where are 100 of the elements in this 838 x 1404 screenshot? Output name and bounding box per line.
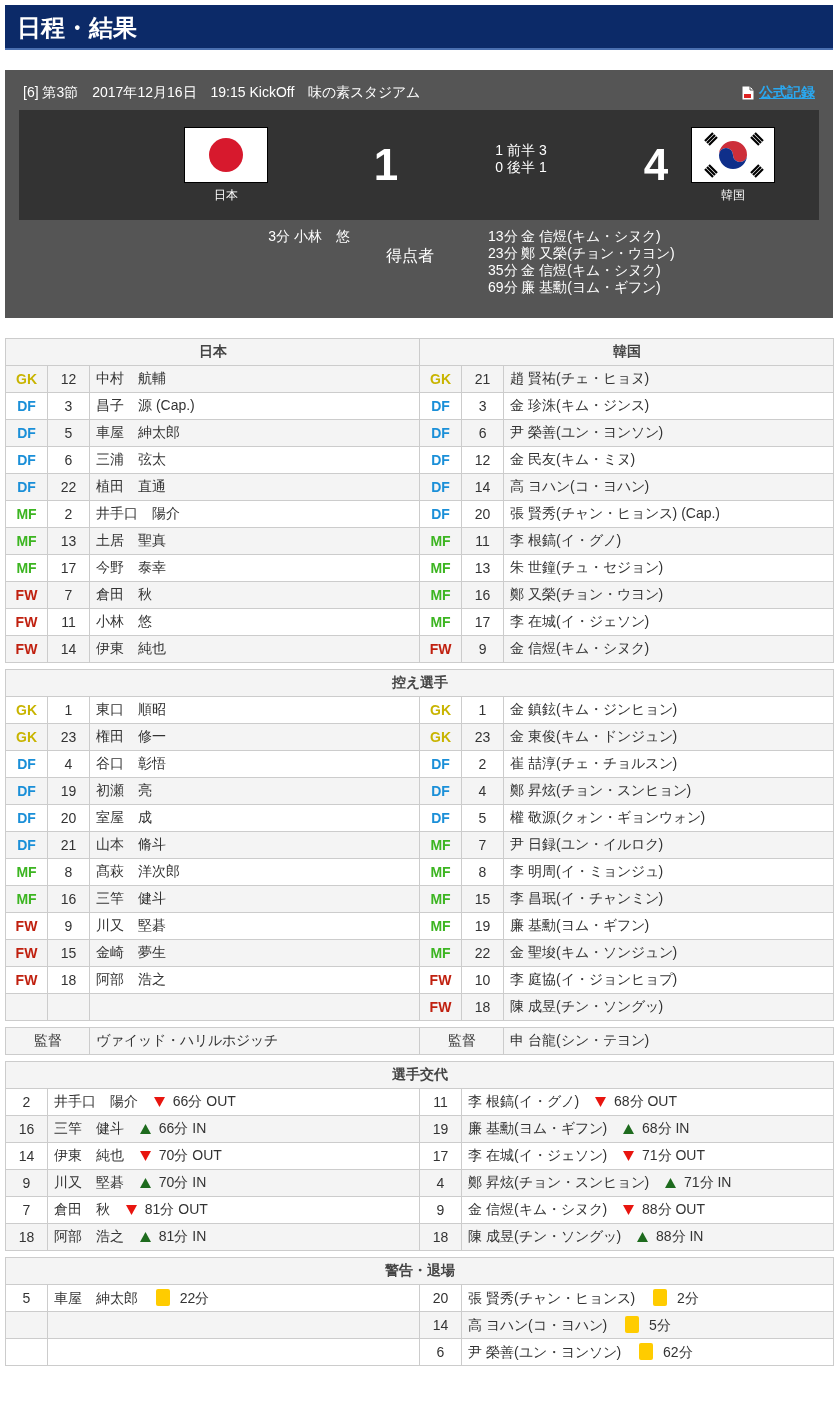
- position-cell: FW: [5, 608, 48, 636]
- event-time: 2分: [677, 1289, 699, 1306]
- position-cell: GK: [5, 365, 48, 393]
- event-time: 66分 OUT: [172, 1093, 236, 1109]
- team-header: 韓国: [419, 338, 834, 366]
- player-name-cell: 尹 榮善(ユン・ヨンソン): [503, 419, 834, 447]
- number-cell: 2: [5, 1088, 48, 1116]
- player-name: 阿部 浩之: [54, 1228, 124, 1244]
- player-name-cell: 鄭 又榮(チョン・ウヨン): [503, 581, 834, 609]
- player-name-cell: 中村 航輔: [89, 365, 420, 393]
- position-cell: FW: [5, 581, 48, 609]
- section-header: 警告・退場: [5, 1257, 834, 1285]
- event-time: 71分 IN: [684, 1174, 732, 1190]
- player-name: 金 信煜(キム・シヌク): [468, 1201, 608, 1217]
- scorer-entry: 13分 金 信煜(キム・シヌク): [488, 228, 662, 245]
- player-name: 鄭 昇炫(チョン・スンヒョン): [468, 1174, 650, 1190]
- section-header: 選手交代: [5, 1061, 834, 1089]
- number-cell: 7: [5, 1196, 48, 1224]
- number-cell: 14: [5, 1142, 48, 1170]
- player-name: 伊東 純也: [54, 1147, 124, 1163]
- position-cell: GK: [5, 723, 48, 751]
- player-name-cell: 金 鎮鉉(キム・ジンヒョン): [503, 696, 834, 724]
- player-name-cell: 金 聖埈(キム・ソンジュン): [503, 939, 834, 967]
- player-name-cell: 権田 修一: [89, 723, 420, 751]
- position-cell: MF: [5, 858, 48, 886]
- manager-label: 監督: [419, 1027, 504, 1055]
- official-record-link[interactable]: 公式記録: [759, 84, 815, 102]
- player-name-cell: 金 信煜(キム・シヌク): [503, 635, 834, 663]
- number-cell: 5: [5, 1284, 48, 1312]
- player-name-cell: 李 明周(イ・ミョンジュ): [503, 858, 834, 886]
- player-name: 車屋 紳太郎: [54, 1289, 138, 1306]
- away-score: 4: [642, 140, 670, 190]
- player-name-cell: 阿部 浩之: [89, 966, 420, 994]
- player-name-cell: 髙萩 洋次郎: [89, 858, 420, 886]
- player-name-cell: 金 民友(キム・ミヌ): [503, 446, 834, 474]
- scorer-entry: 3分 小林 悠: [268, 228, 350, 245]
- number-cell: 16: [5, 1115, 48, 1143]
- player-name-cell: 鄭 昇炫(チョン・スンヒョン): [503, 777, 834, 805]
- player-name: 高 ヨハン(コ・ヨハン): [468, 1316, 608, 1333]
- player-name-cell: 廉 基勳(ヨム・ギフン): [503, 912, 834, 940]
- position-cell: FW: [5, 939, 48, 967]
- player-name-cell: 車屋 紳太郎: [89, 419, 420, 447]
- position-cell: DF: [5, 446, 48, 474]
- manager-name: ヴァイッド・ハリルホジッチ: [89, 1027, 420, 1055]
- player-name: 廉 基勳(ヨム・ギフン): [468, 1120, 608, 1136]
- event-time: 62分: [663, 1343, 693, 1360]
- position-cell: MF: [5, 527, 48, 555]
- event-time: 66分 IN: [158, 1120, 207, 1136]
- scorer-entry: 35分 金 信煜(キム・シヌク): [488, 262, 662, 279]
- player-name: 陳 成昱(チン・ソングッ): [468, 1228, 622, 1244]
- player-name-cell: 崔 喆淳(チェ・チョルスン): [503, 750, 834, 778]
- player-name-cell: 初瀬 亮: [89, 777, 420, 805]
- player-name-cell: 金崎 夢生: [89, 939, 420, 967]
- player-name-cell: 高 ヨハン(コ・ヨハン): [503, 473, 834, 501]
- scorers-label: 得点者: [385, 246, 435, 266]
- player-name-cell: 倉田 秋: [89, 581, 420, 609]
- player-name-cell: 三浦 弦太: [89, 446, 420, 474]
- event-time: 68分 IN: [642, 1120, 690, 1136]
- page-title: 日程・結果: [5, 5, 833, 50]
- player-name-cell: 李 昌珉(イ・チャンミン): [503, 885, 834, 913]
- flag-icon: [184, 126, 268, 183]
- player-name-cell: 今野 泰幸: [89, 554, 420, 582]
- half-score: 1 前半 3: [495, 142, 547, 159]
- player-name: 川又 堅碁: [54, 1174, 124, 1190]
- player-name-cell: 趙 賢祐(チェ・ヒョヌ): [503, 365, 834, 393]
- number-cell: 18: [5, 1223, 48, 1251]
- event-time: 70分 OUT: [158, 1147, 222, 1163]
- flag-icon: [691, 126, 775, 183]
- position-cell: DF: [5, 831, 48, 859]
- manager-name: 申 台龍(シン・テヨン): [503, 1027, 834, 1055]
- player-name-cell: 李 在城(イ・ジェソン): [503, 608, 834, 636]
- player-name-cell: 川又 堅碁: [89, 912, 420, 940]
- player-name-cell: 三竿 健斗: [89, 885, 420, 913]
- team-name: 日本: [214, 186, 238, 204]
- position-cell: DF: [5, 473, 48, 501]
- player-name-cell: 山本 脩斗: [89, 831, 420, 859]
- document-icon: [741, 85, 755, 101]
- player-name-cell: 室屋 成: [89, 804, 420, 832]
- position-cell: GK: [5, 696, 48, 724]
- player-name-cell: 東口 順昭: [89, 696, 420, 724]
- player-name-cell: 朱 世鐘(チュ・セジョン): [503, 554, 834, 582]
- event-time: 68分 OUT: [614, 1093, 677, 1109]
- player-name-cell: 昌子 源 (Cap.): [89, 392, 420, 420]
- player-name-cell: 尹 日録(ユン・イルロク): [503, 831, 834, 859]
- player-name: 張 賢秀(チャン・ヒョンス): [468, 1289, 636, 1306]
- event-time: 88分 OUT: [642, 1201, 705, 1217]
- position-cell: FW: [5, 966, 48, 994]
- player-name-cell: 陳 成昱(チン・ソングッ): [503, 993, 834, 1021]
- player-name-cell: 植田 直通: [89, 473, 420, 501]
- player-name: 李 根鎬(イ・グノ): [468, 1093, 580, 1109]
- position-cell: DF: [5, 777, 48, 805]
- home-score: 1: [372, 140, 400, 190]
- scorer-entry: 69分 廉 基勳(ヨム・ギフン): [488, 279, 662, 296]
- half-score: 0 後半 1: [495, 159, 547, 176]
- match-info: [6] 第3節 2017年12月16日 19:15 KickOff 味の素スタジアム: [23, 84, 421, 102]
- player-name-cell: 井手口 陽介: [89, 500, 420, 528]
- player-name-cell: 李 庭協(イ・ジョンヒョプ): [503, 966, 834, 994]
- event-time: 70分 IN: [158, 1174, 207, 1190]
- player-name-cell: 小林 悠: [89, 608, 420, 636]
- player-name-cell: 李 根鎬(イ・グノ): [503, 527, 834, 555]
